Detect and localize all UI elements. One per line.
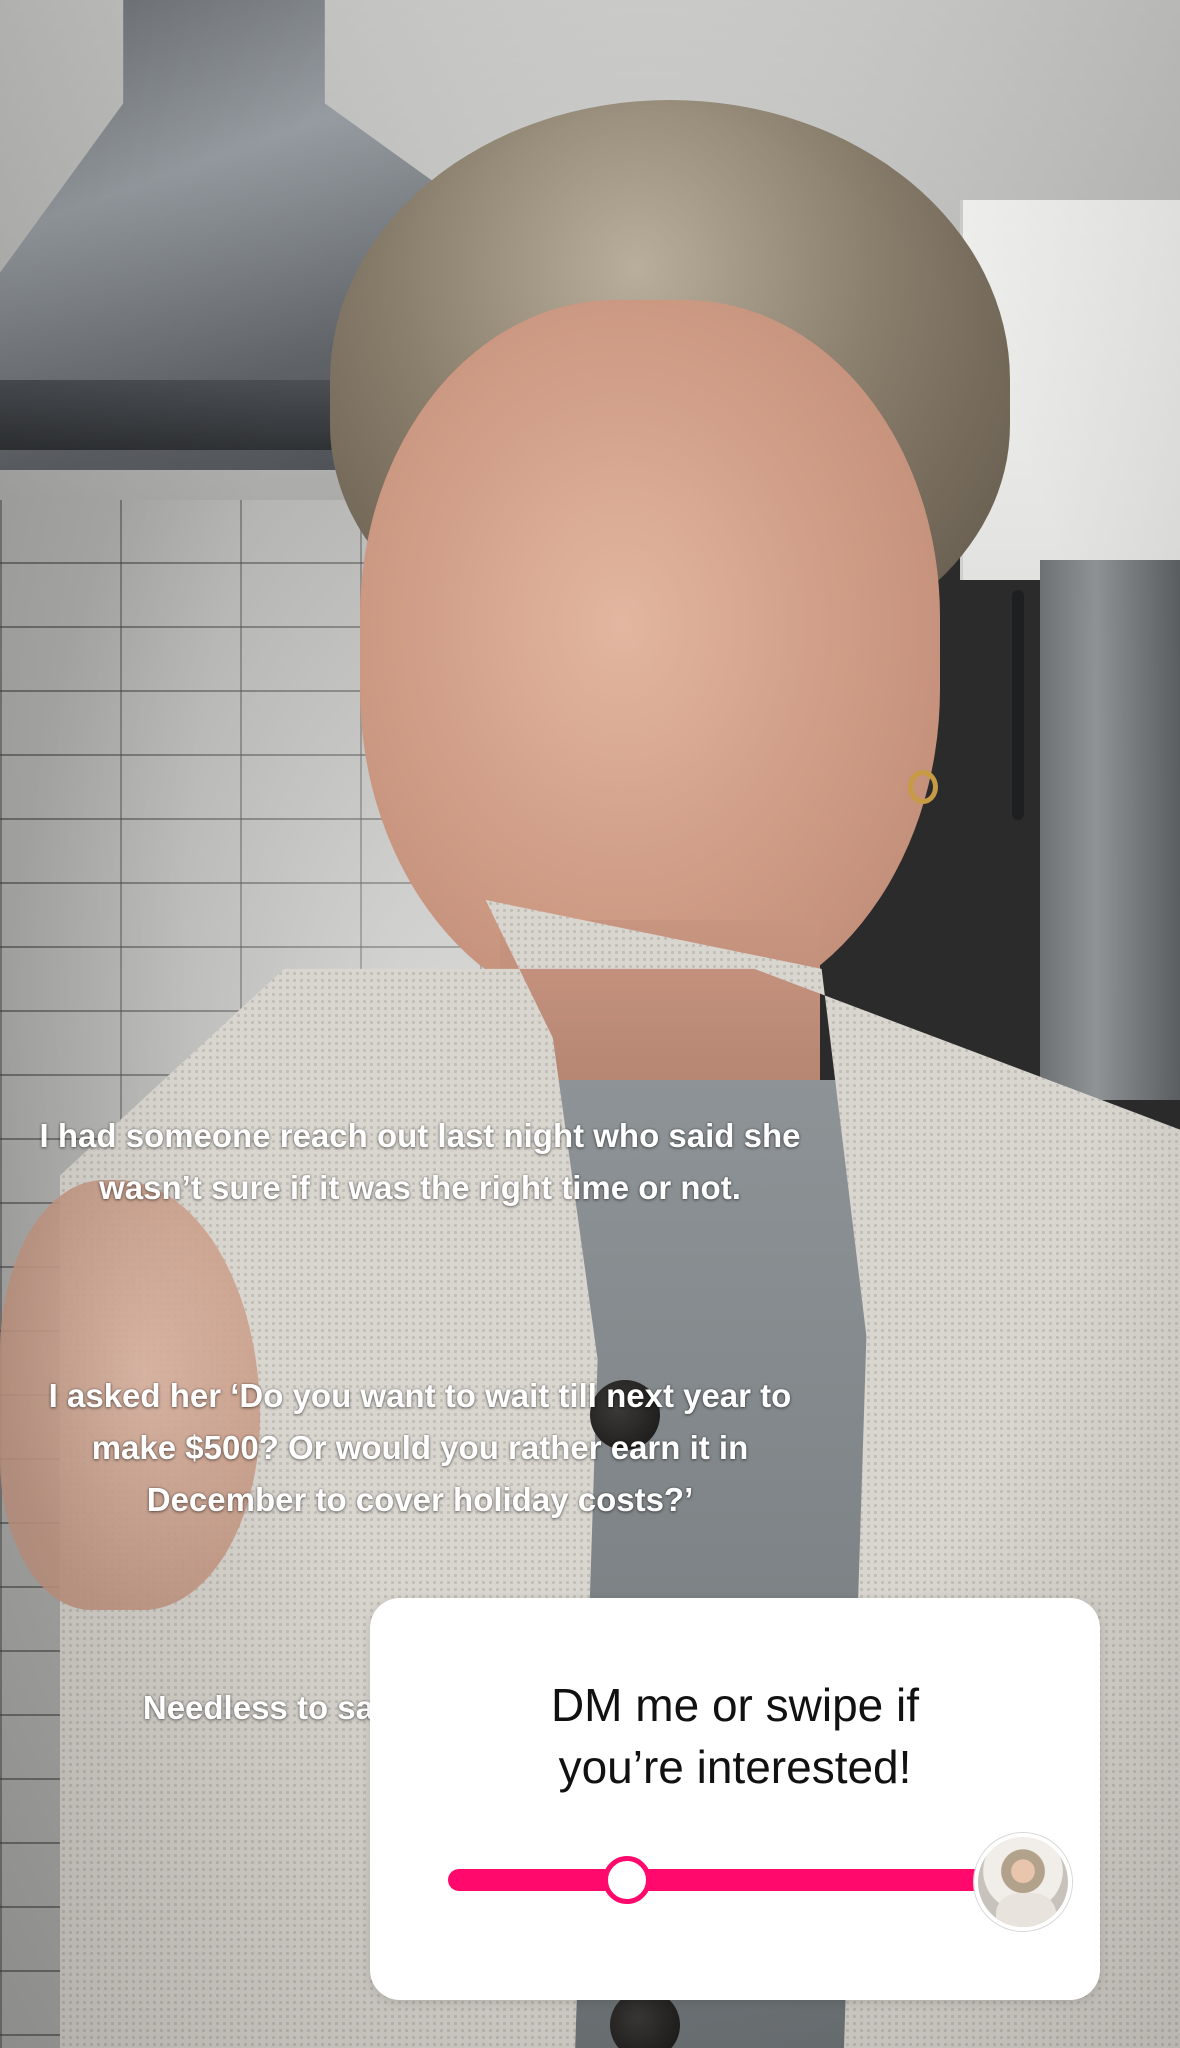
slider-sticker[interactable]: DM me or swipe if you’re interested! xyxy=(370,1598,1100,2000)
story-frame: I had someone reach out last night who s… xyxy=(0,0,1180,2048)
caption-paragraph: I had someone reach out last night who s… xyxy=(39,1117,801,1206)
avatar-figure xyxy=(996,1893,1056,1927)
slider-track[interactable] xyxy=(448,1869,1008,1891)
sticker-question: DM me or swipe if you’re interested! xyxy=(550,1679,920,1793)
profile-avatar-icon xyxy=(974,1833,1072,1931)
slider-handle-icon[interactable] xyxy=(603,1856,652,1904)
caption-paragraph: I asked her ‘Do you want to wait till ne… xyxy=(48,1377,792,1518)
